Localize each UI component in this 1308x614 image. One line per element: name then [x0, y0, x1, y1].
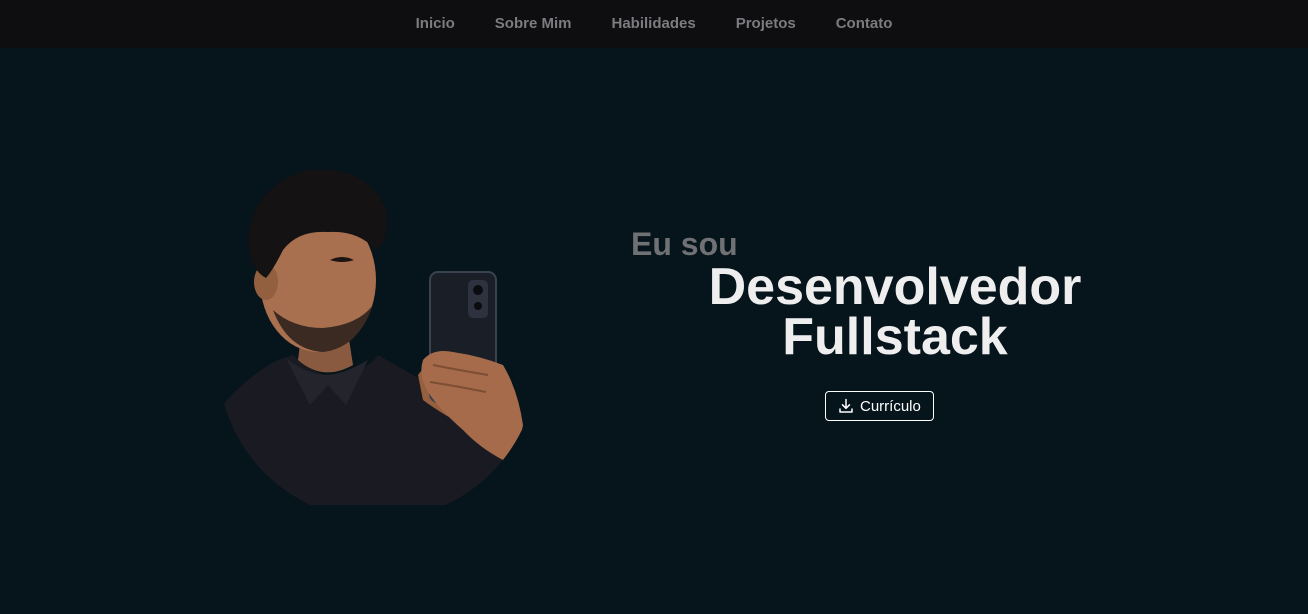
nav-item-contato: Contato — [816, 15, 913, 33]
nav-link-inicio[interactable]: Inicio — [396, 15, 475, 32]
nav-link-contato[interactable]: Contato — [816, 15, 913, 32]
nav-item-inicio: Inicio — [396, 15, 475, 33]
top-navbar: Inicio Sobre Mim Habilidades Projetos Co… — [0, 0, 1308, 48]
nav-item-sobre-mim: Sobre Mim — [475, 15, 592, 33]
nav-link-habilidades[interactable]: Habilidades — [591, 15, 715, 32]
hero-section: Eu sou Desenvolvedor Fullstack Currículo — [0, 48, 1308, 614]
role-title: Desenvolvedor Fullstack — [690, 258, 1100, 366]
download-icon — [839, 398, 853, 413]
download-cv-button[interactable]: Currículo — [825, 391, 934, 421]
role-title-line1: Desenvolvedor — [708, 258, 1082, 316]
role-title-line2: Fullstack — [782, 308, 1008, 366]
nav-link-sobre-mim[interactable]: Sobre Mim — [475, 15, 592, 32]
nav-item-habilidades: Habilidades — [591, 15, 715, 33]
download-cv-label: Currículo — [860, 397, 921, 415]
nav-list: Inicio Sobre Mim Habilidades Projetos Co… — [396, 15, 913, 33]
nav-item-projetos: Projetos — [716, 15, 816, 33]
profile-photo — [218, 169, 538, 505]
intro-text: Eu sou — [631, 226, 738, 262]
nav-link-projetos[interactable]: Projetos — [716, 15, 816, 32]
